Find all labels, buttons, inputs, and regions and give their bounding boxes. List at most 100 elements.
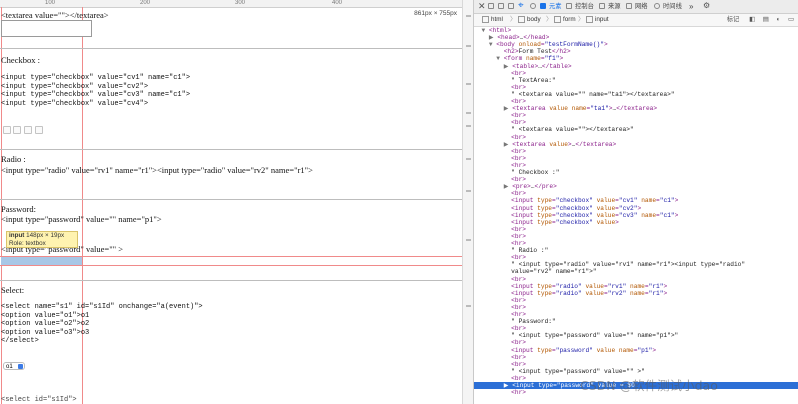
dom-token: <br>: [511, 232, 527, 240]
tab-network[interactable]: 网络: [635, 2, 648, 11]
breadcrumb-separator-icon: 〉: [578, 16, 585, 23]
dom-tree-row[interactable]: " <input type="password" value="" name="…: [474, 332, 798, 339]
dom-tree-row[interactable]: " <input type="password" value="" >": [474, 368, 798, 375]
device-icon[interactable]: [530, 3, 536, 9]
layers-icon[interactable]: ▭: [788, 16, 794, 23]
dom-tree-row[interactable]: <br>: [474, 70, 798, 77]
breadcrumb-body[interactable]: body: [518, 14, 541, 26]
breadcrumb-html[interactable]: html: [482, 14, 503, 26]
dom-tree-row[interactable]: <br>: [474, 361, 798, 368]
select-dropdown[interactable]: o1: [3, 362, 25, 370]
textarea-code: <textarea value=""></textarea>: [1, 10, 109, 20]
select-heading: Select:: [1, 285, 25, 295]
textarea-field[interactable]: [1, 20, 92, 37]
palette-icon[interactable]: ◧: [749, 16, 755, 23]
checkbox-1[interactable]: [3, 126, 11, 134]
more-tabs-chevron-icon[interactable]: »: [689, 2, 693, 11]
dom-tree-row[interactable]: <br>: [474, 112, 798, 119]
dom-token: type: [537, 197, 553, 205]
checkbox-3[interactable]: [24, 126, 32, 134]
network-tab-icon: [626, 3, 632, 9]
inspect-target-icon[interactable]: ⌖: [518, 0, 524, 11]
dom-tree-row[interactable]: ▼ <form name="f1">: [474, 55, 798, 62]
breadcrumb-input[interactable]: input: [586, 14, 609, 26]
dom-tree-row[interactable]: <br>: [474, 134, 798, 141]
dom-tree-row[interactable]: <br>: [474, 325, 798, 332]
mark-label[interactable]: 标记: [727, 16, 740, 23]
dock-icon[interactable]: [488, 3, 494, 9]
dom-token: "ta1": [590, 105, 609, 113]
dom-tree-row[interactable]: " <input type="radio" value="rv1" name="…: [474, 261, 798, 268]
dom-tree-row[interactable]: <br>: [474, 254, 798, 261]
tab-timeline[interactable]: 时间线: [663, 2, 682, 11]
dom-tree-row[interactable]: ▶ <head>…</head>: [474, 34, 798, 41]
dom-tree-row[interactable]: <input type="radio" value="rv1" name="r1…: [474, 283, 798, 290]
settings-gear-icon[interactable]: ⚙: [703, 1, 710, 10]
checkbox-4[interactable]: [35, 126, 43, 134]
dom-token: <br>: [511, 303, 527, 311]
dom-tree-row[interactable]: <br>: [474, 304, 798, 311]
window-icon[interactable]: [508, 3, 514, 9]
dom-tree-row[interactable]: <input type="checkbox" value>: [474, 219, 798, 226]
split-icon[interactable]: [498, 3, 504, 9]
dom-token: value: [596, 346, 616, 354]
dom-tree-row[interactable]: " Checkbox :": [474, 169, 798, 176]
dom-tree-row[interactable]: <br>: [474, 190, 798, 197]
dom-tree-row[interactable]: <br>: [474, 84, 798, 91]
dom-tree-row[interactable]: <br>: [474, 119, 798, 126]
dom-tree-row[interactable]: <input type="radio" value="rv2" name="r1…: [474, 290, 798, 297]
breadcrumb-form[interactable]: form: [554, 14, 576, 26]
dom-tree-row[interactable]: <br>: [474, 148, 798, 155]
dom-tree-row[interactable]: ▶ <pre>…</pre>: [474, 183, 798, 190]
dom-tree-row[interactable]: <input type="password" value name="p1">: [474, 347, 798, 354]
tab-console[interactable]: 控制台: [575, 2, 594, 11]
ruler-tick: 200: [140, 0, 151, 6]
devtools-toolbar: ✕ ⌖ 元素 控制台 来源 网络 时间线 » ⚙: [474, 0, 798, 14]
dom-tree-row[interactable]: <input type="checkbox" value="cv1" name=…: [474, 197, 798, 204]
dom-tree-row[interactable]: <hr>: [474, 162, 798, 169]
dom-tree-row[interactable]: " <textarea value=""></textarea>": [474, 126, 798, 133]
dom-tree-row[interactable]: " <textarea value="" name="ta1"></textar…: [474, 91, 798, 98]
dom-tree-row[interactable]: ▶ <table>…</table>: [474, 63, 798, 70]
dom-tree-row[interactable]: ▶ <textarea value name="ta1">…</textarea…: [474, 105, 798, 112]
dom-token: value: [549, 140, 568, 148]
dom-tree-row[interactable]: <br>: [474, 354, 798, 361]
dom-tree-row[interactable]: <br>: [474, 339, 798, 346]
dom-token: value="rv2" name="r1">": [511, 268, 597, 276]
dom-tree-row[interactable]: ▶ <textarea value>…</textarea>: [474, 141, 798, 148]
dom-tree-row[interactable]: <input type="checkbox" value="cv3" name=…: [474, 212, 798, 219]
dom-tree-row[interactable]: ▼ <html>: [474, 27, 798, 34]
dom-token: >: [663, 282, 668, 290]
dom-tree-row[interactable]: " Password:": [474, 318, 798, 325]
tab-sources[interactable]: 来源: [608, 2, 621, 11]
dom-tree-row[interactable]: ▼ <body onload="testFormName()">: [474, 41, 798, 48]
checkbox-2[interactable]: [13, 126, 21, 134]
dom-tree-row[interactable]: " TextArea:": [474, 77, 798, 84]
dom-token: <br>: [511, 190, 527, 198]
ruler-tick: 400: [332, 0, 343, 6]
dom-tree-row[interactable]: <br>: [474, 155, 798, 162]
dom-tree-row[interactable]: <hr>: [474, 311, 798, 318]
dom-tree-row[interactable]: <br>: [474, 176, 798, 183]
dom-tree-row[interactable]: <br>: [474, 276, 798, 283]
page-scrollbar[interactable]: [462, 0, 473, 404]
dom-tree-row[interactable]: " Radio :": [474, 247, 798, 254]
dom-tree-row[interactable]: <br>: [474, 226, 798, 233]
force-state-icon[interactable]: ◐: [776, 16, 780, 23]
password-input-highlight[interactable]: [1, 257, 82, 265]
dom-tree-row[interactable]: <input type="checkbox" value="cv2">: [474, 205, 798, 212]
scroll-mark: [466, 83, 471, 85]
dom-tree-row[interactable]: <hr>: [474, 240, 798, 247]
dom-tree-row[interactable]: <h2>Form Test</h2>: [474, 48, 798, 55]
dom-token: " Radio :": [511, 247, 549, 255]
dom-tree-row[interactable]: <br>: [474, 233, 798, 240]
tab-elements[interactable]: 元素: [549, 2, 562, 11]
print-icon[interactable]: ▤: [763, 16, 769, 23]
dom-tree-row[interactable]: <br>: [474, 98, 798, 105]
dom-tree-row[interactable]: <br>: [474, 297, 798, 304]
dom-tree-row[interactable]: value="rv2" name="r1">": [474, 268, 798, 275]
close-icon[interactable]: ✕: [478, 1, 486, 12]
